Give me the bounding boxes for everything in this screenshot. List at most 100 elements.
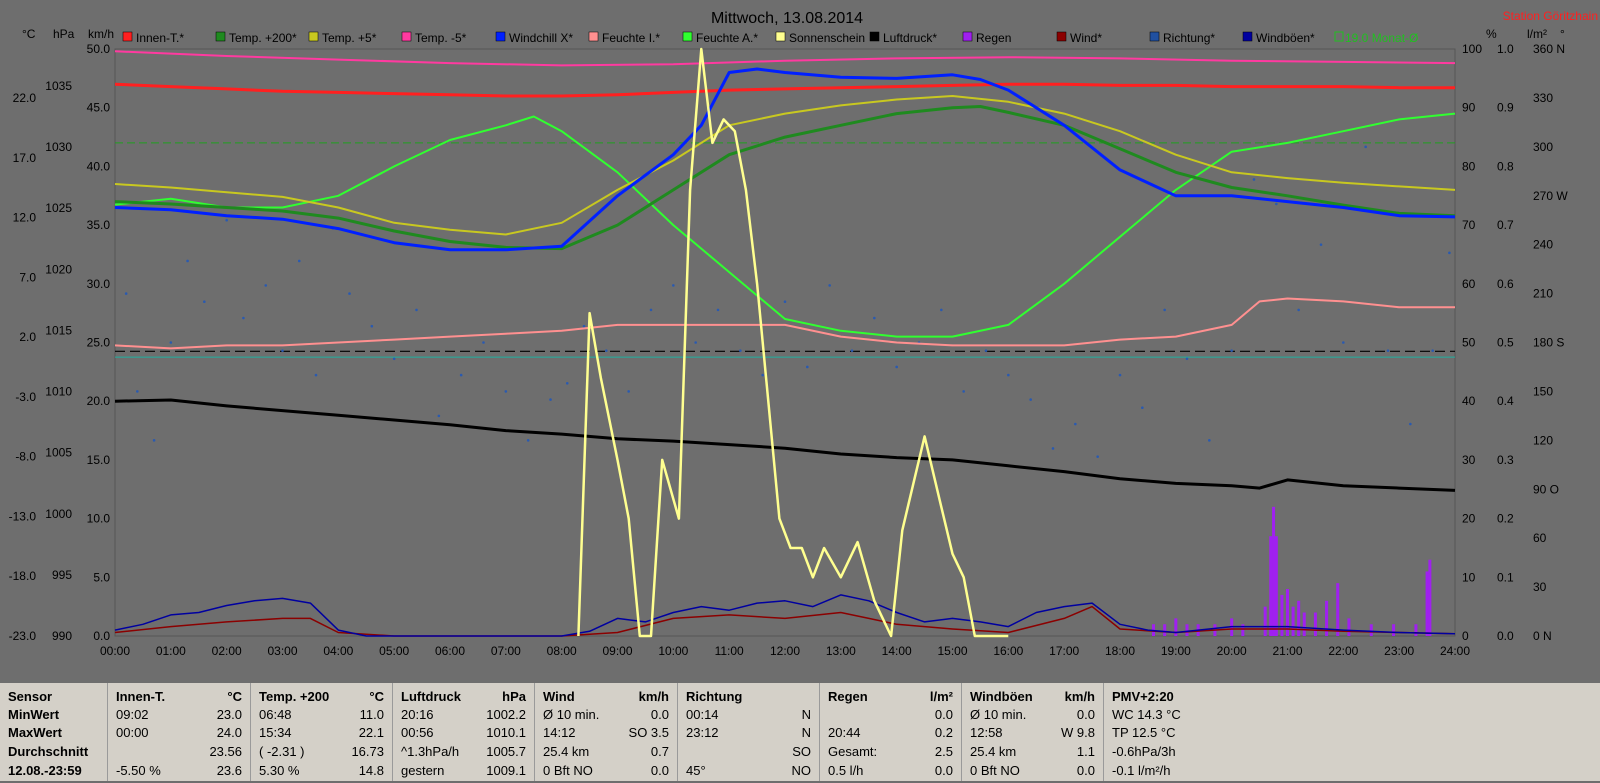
pressure-tick-label: 995 xyxy=(52,568,72,582)
direction-point xyxy=(716,308,720,312)
legend-swatch xyxy=(869,31,880,42)
pmv-value: -0.1 l/m²/h xyxy=(1112,763,1171,778)
legend-label: Temp. +200* xyxy=(229,31,297,45)
direction-point xyxy=(739,349,742,352)
direction-point xyxy=(984,349,988,352)
pmv-value: WC 14.3 °C xyxy=(1112,707,1181,722)
rain-bar xyxy=(1313,612,1317,636)
humidity-tick-label: 50 xyxy=(1462,336,1476,350)
cell-time: 0 Bft NO xyxy=(543,763,593,778)
legend-label: Sonnenschein xyxy=(789,31,865,45)
rain-bar xyxy=(1269,536,1273,636)
cell-time: 5.30 % xyxy=(259,763,300,778)
weather-chart-window: Mittwoch, 13.08.2014 Station Göritzhain °C… xyxy=(0,0,1600,781)
rain-bar xyxy=(1414,624,1418,636)
time-tick-label: 02:00 xyxy=(212,644,242,658)
cell-value: 14.8 xyxy=(358,763,384,778)
direction-tick-label: 210 xyxy=(1533,287,1553,301)
direction-tick-label: 60 xyxy=(1533,531,1547,545)
time-tick-label: 12:00 xyxy=(770,644,800,658)
legend-swatch xyxy=(1242,31,1253,42)
cell-value: 11.0 xyxy=(359,707,384,722)
time-tick-label: 06:00 xyxy=(435,644,465,658)
direction-point xyxy=(1074,422,1077,426)
wind-tick-label: 40.0 xyxy=(87,159,111,173)
direction-point xyxy=(1230,349,1233,352)
time-tick-label: 13:00 xyxy=(826,644,856,658)
wind-tick-label: 30.0 xyxy=(87,277,111,291)
temp-tick-label: 22.0 xyxy=(13,91,37,105)
cell-value: SO xyxy=(792,744,811,759)
direction-point xyxy=(873,316,876,320)
temp-tick-label: -8.0 xyxy=(15,450,36,464)
cell-value: 2.5 xyxy=(934,744,953,759)
cell-time: 06:48 xyxy=(259,707,292,722)
direction-point xyxy=(1342,341,1345,344)
direction-tick-label: 150 xyxy=(1533,384,1553,398)
direction-point xyxy=(1051,447,1055,450)
direction-point xyxy=(1185,357,1189,361)
rain-tick-label: 0.0 xyxy=(1497,629,1514,643)
cell-value: 24.0 xyxy=(216,725,242,740)
rain-bar xyxy=(1302,612,1306,636)
legend-label: 19.0 Monat-Ø xyxy=(1345,31,1418,45)
column-unit: °C xyxy=(227,689,242,704)
wind-tick-label: 45.0 xyxy=(87,101,111,115)
time-tick-label: 00:00 xyxy=(100,644,130,658)
cell-value: 0.0 xyxy=(650,763,669,778)
direction-point xyxy=(370,324,374,328)
direction-point xyxy=(314,373,318,377)
cell-value: 0.2 xyxy=(934,725,953,740)
rain-bar xyxy=(1272,506,1276,636)
legend-label: Wind* xyxy=(1070,31,1102,45)
legend-label: Windchill X* xyxy=(509,31,573,45)
legend-label: Innen-T.* xyxy=(136,31,184,45)
cell-time: 00:14 xyxy=(686,707,719,722)
rain-bar xyxy=(1297,600,1301,636)
cell-time: gestern xyxy=(401,763,445,778)
direction-point xyxy=(761,373,764,377)
time-tick-label: 14:00 xyxy=(882,644,912,658)
direction-point xyxy=(459,373,463,377)
weather-chart: Mittwoch, 13.08.2014 Station Göritzhain °C… xyxy=(9,9,1598,658)
cell-time: ( -2.31 ) xyxy=(259,744,305,759)
direction-point xyxy=(152,439,156,442)
cell-value: 0.0 xyxy=(934,763,953,778)
legend-swatch xyxy=(1056,31,1067,42)
cell-time: 15:34 xyxy=(259,725,292,740)
cell-time: 14:12 xyxy=(543,725,576,740)
column-header: Wind xyxy=(543,689,575,704)
sensor-header: Sensor xyxy=(8,689,53,704)
cell-value: N xyxy=(801,707,811,722)
time-tick-label: 05:00 xyxy=(379,644,409,658)
time-tick-label: 21:00 xyxy=(1272,644,1302,658)
time-tick-label: 08:00 xyxy=(547,644,577,658)
humidity-tick-label: 80 xyxy=(1462,159,1476,173)
direction-point xyxy=(1448,251,1451,255)
cell-time: 20:44 xyxy=(828,725,861,740)
temp-tick-label: -3.0 xyxy=(15,390,36,404)
rain-tick-label: 1.0 xyxy=(1497,42,1514,56)
time-tick-label: 15:00 xyxy=(937,644,967,658)
axis-unit-pressure: hPa xyxy=(53,27,75,41)
direction-tick-label: 0 N xyxy=(1533,629,1552,643)
row-label: Durchschnitt xyxy=(8,744,89,759)
column-unit: °C xyxy=(369,689,384,704)
pressure-tick-label: 1010 xyxy=(45,385,72,399)
column-unit: l/m² xyxy=(929,689,953,704)
legend-swatch xyxy=(682,31,693,42)
axis-unit-humidity: % xyxy=(1486,27,1497,41)
direction-point xyxy=(225,218,228,222)
legend-label: Windböen* xyxy=(1256,31,1315,45)
pressure-tick-label: 1025 xyxy=(45,201,72,215)
legend-label: Feuchte A.* xyxy=(696,31,758,45)
temp-tick-label: -23.0 xyxy=(9,629,37,643)
cell-value: NO xyxy=(791,763,812,778)
direction-point xyxy=(1141,406,1144,410)
legend-swatch xyxy=(495,31,506,42)
temp-tick-label: 2.0 xyxy=(19,330,36,344)
direction-point xyxy=(627,390,630,393)
pmv-value: TP 12.5 °C xyxy=(1112,725,1176,740)
rain-tick-label: 0.7 xyxy=(1497,218,1514,232)
wind-column: Wind km/h Ø 10 min. 0.0 14:12 SO 3.5 25.4 k… xyxy=(535,683,678,781)
